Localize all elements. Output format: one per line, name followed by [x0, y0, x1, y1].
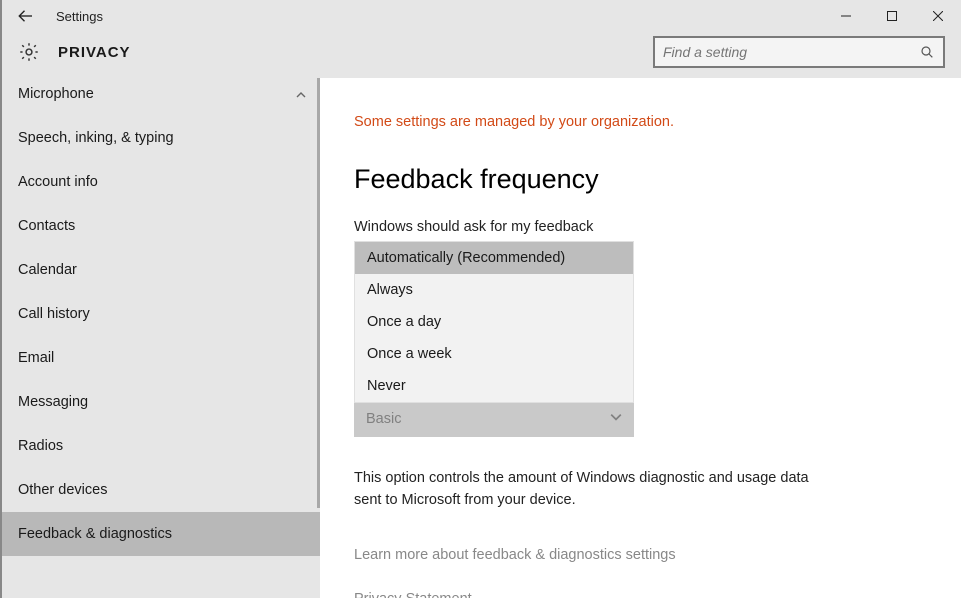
search-icon: [919, 44, 935, 60]
section-heading: Feedback frequency: [354, 164, 927, 195]
sidebar-item-call-history[interactable]: Call history: [2, 292, 320, 336]
close-button[interactable]: [915, 0, 961, 32]
page-title: PRIVACY: [58, 44, 131, 61]
privacy-statement-link[interactable]: Privacy Statement: [354, 591, 472, 598]
search-box[interactable]: [653, 36, 945, 68]
window-title: Settings: [56, 9, 103, 24]
sidebar-item-label: Contacts: [18, 218, 75, 234]
sidebar-item-label: Speech, inking, & typing: [18, 130, 174, 146]
diagnostic-data-select[interactable]: Basic: [354, 401, 634, 437]
sidebar-item-account-info[interactable]: Account info: [2, 160, 320, 204]
sidebar-item-label: Account info: [18, 174, 98, 190]
dropdown-option-once-a-week[interactable]: Once a week: [355, 338, 633, 370]
learn-more-link[interactable]: Learn more about feedback & diagnostics …: [354, 547, 676, 563]
dropdown-option-once-a-day[interactable]: Once a day: [355, 306, 633, 338]
dropdown-option-automatic[interactable]: Automatically (Recommended): [355, 242, 633, 274]
chevron-up-icon: [296, 88, 306, 104]
sidebar-item-feedback-diagnostics[interactable]: Feedback & diagnostics: [2, 512, 320, 556]
page-header: PRIVACY: [2, 32, 961, 78]
sidebar-item-other-devices[interactable]: Other devices: [2, 468, 320, 512]
dropdown-option-never[interactable]: Never: [355, 370, 633, 402]
sidebar-item-messaging[interactable]: Messaging: [2, 380, 320, 424]
sidebar-item-label: Messaging: [18, 394, 88, 410]
sidebar-item-label: Radios: [18, 438, 63, 454]
chevron-down-icon: [610, 411, 622, 427]
sidebar-item-label: Call history: [18, 306, 90, 322]
search-input[interactable]: [663, 44, 919, 60]
sidebar-item-contacts[interactable]: Contacts: [2, 204, 320, 248]
feedback-frequency-label: Windows should ask for my feedback: [354, 219, 927, 235]
close-icon: [933, 11, 943, 21]
minimize-icon: [841, 11, 851, 21]
diagnostic-data-value: Basic: [366, 411, 401, 427]
back-button[interactable]: [14, 4, 38, 28]
sidebar-item-microphone[interactable]: Microphone: [2, 80, 320, 116]
sidebar-item-calendar[interactable]: Calendar: [2, 248, 320, 292]
sidebar-item-label: Microphone: [18, 86, 94, 102]
sidebar-item-label: Feedback & diagnostics: [18, 526, 172, 542]
sidebar-item-speech[interactable]: Speech, inking, & typing: [2, 116, 320, 160]
gear-icon: [18, 41, 40, 63]
arrow-left-icon: [17, 7, 35, 25]
feedback-frequency-dropdown[interactable]: Automatically (Recommended) Always Once …: [354, 241, 634, 403]
maximize-icon: [887, 11, 897, 21]
sidebar: Microphone Speech, inking, & typing Acco…: [2, 78, 320, 598]
sidebar-item-email[interactable]: Email: [2, 336, 320, 380]
maximize-button[interactable]: [869, 0, 915, 32]
sidebar-item-radios[interactable]: Radios: [2, 424, 320, 468]
minimize-button[interactable]: [823, 0, 869, 32]
dropdown-option-always[interactable]: Always: [355, 274, 633, 306]
sidebar-item-label: Email: [18, 350, 54, 366]
sidebar-item-label: Calendar: [18, 262, 77, 278]
title-bar: Settings: [2, 0, 961, 32]
sidebar-item-label: Other devices: [18, 482, 107, 498]
diagnostic-description: This option controls the amount of Windo…: [354, 467, 814, 512]
main-panel: Some settings are managed by your organi…: [320, 78, 961, 598]
org-managed-message: Some settings are managed by your organi…: [354, 114, 927, 130]
